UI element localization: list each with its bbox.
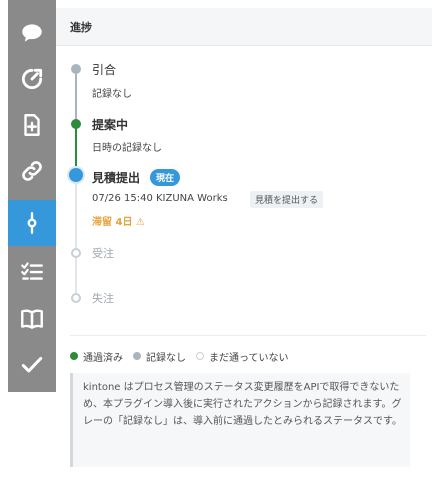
timeline-connector <box>75 257 77 293</box>
stay-warning: 滞留 4日 ⚠ <box>92 217 145 228</box>
legend-item-not-reached: まだ通っていない <box>196 349 289 364</box>
sidebar <box>8 0 56 392</box>
sidebar-item-add-file[interactable] <box>8 102 56 148</box>
action-badge: 見積を提出する <box>250 191 324 208</box>
step-dot-not-reached <box>71 293 81 303</box>
current-badge: 現在 <box>150 169 181 186</box>
sidebar-item-checklist[interactable] <box>8 248 56 294</box>
legend-item-passed: 通過済み <box>70 349 123 364</box>
panel-header: 進捗 <box>56 8 432 46</box>
link-icon <box>22 161 42 181</box>
add-file-icon <box>24 114 40 136</box>
sidebar-item-book[interactable] <box>8 296 56 342</box>
checklist-icon <box>21 262 43 280</box>
step-sub: 記録なし <box>92 89 132 100</box>
process-icon <box>27 212 37 234</box>
progress-panel: 進捗 引合 記録なし 提案中 日時の記録なし 見積提出 現在 07/26 15:… <box>56 0 432 495</box>
step-label: 失注 <box>92 292 114 305</box>
check-icon <box>21 356 43 373</box>
step-dot-no-record <box>71 64 81 74</box>
step-sub: 日時の記録なし <box>92 143 162 154</box>
timeline-connector <box>75 74 77 120</box>
step-label: 提案中 <box>92 118 129 132</box>
step-label: 受注 <box>92 247 114 260</box>
legend-dot <box>70 352 78 360</box>
info-note: kintone はプロセス管理のステータス変更履歴をAPIで取得できないため、本… <box>70 373 410 467</box>
sidebar-item-process[interactable] <box>8 200 56 246</box>
sidebar-item-comments[interactable] <box>8 10 56 56</box>
sidebar-item-links[interactable] <box>8 148 56 194</box>
legend-item-no-record: 記録なし <box>133 349 186 364</box>
step-label: 見積提出 <box>92 171 141 185</box>
step-detail: 07/26 15:40 KIZUNA Works <box>92 193 228 204</box>
step-dot-current <box>69 168 83 182</box>
legend-dot <box>196 352 204 360</box>
dashboard-icon <box>21 68 43 90</box>
legend: 通過済み 記録なし まだ通っていない <box>70 349 299 364</box>
divider <box>70 335 426 336</box>
sidebar-item-dashboard[interactable] <box>8 56 56 102</box>
timeline-connector <box>75 128 77 168</box>
legend-label: まだ通っていない <box>209 352 289 364</box>
legend-label: 通過済み <box>83 352 123 364</box>
step-dot-passed <box>71 119 81 129</box>
book-icon <box>21 309 43 329</box>
comment-icon <box>22 24 42 42</box>
legend-label: 記録なし <box>146 352 186 364</box>
step-dot-not-reached <box>71 248 81 258</box>
timeline-connector <box>75 184 77 248</box>
page-title: 進捗 <box>70 21 92 34</box>
step-label: 引合 <box>92 63 117 77</box>
sidebar-item-done[interactable] <box>8 342 56 388</box>
legend-dot <box>133 352 141 360</box>
